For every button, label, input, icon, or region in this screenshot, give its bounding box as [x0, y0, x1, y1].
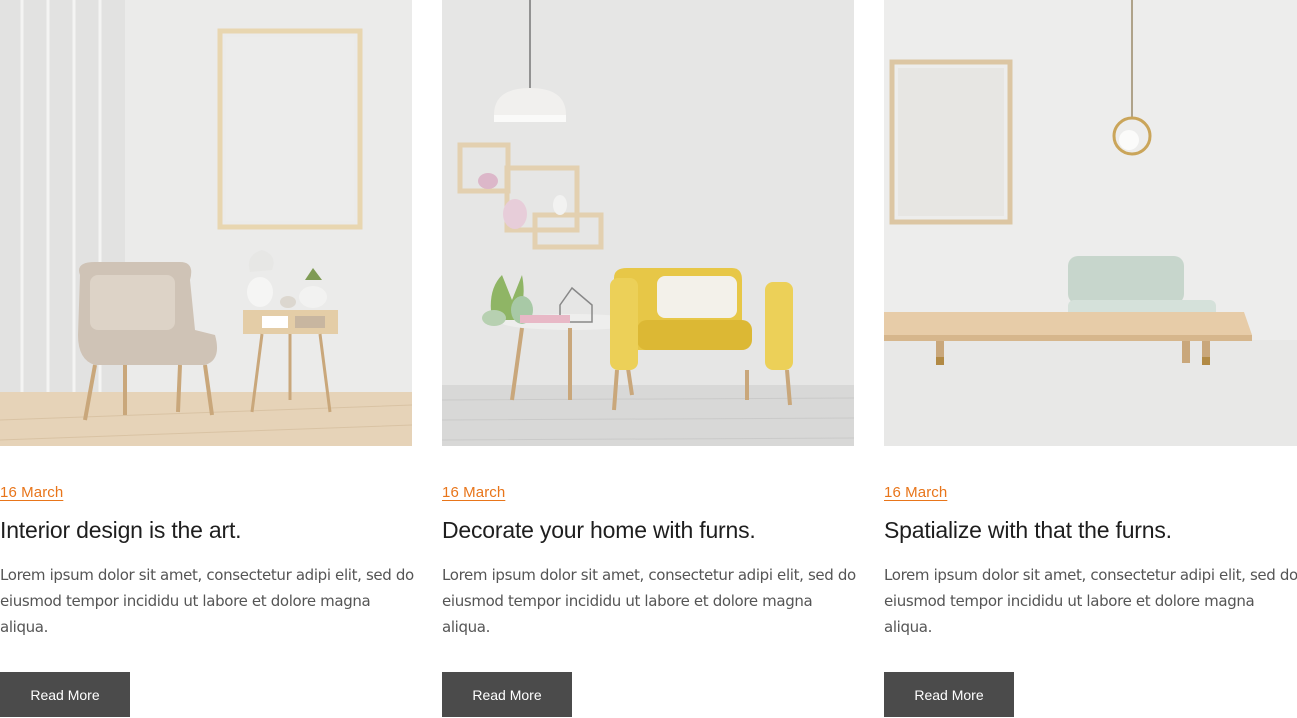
- blog-card: 16 March Spatialize with that the furns.…: [884, 0, 1297, 717]
- post-image: [442, 0, 854, 446]
- post-excerpt: Lorem ipsum dolor sit amet, consectetur …: [442, 566, 856, 636]
- post-image-link[interactable]: [0, 0, 412, 446]
- read-more-button[interactable]: Read More: [0, 672, 130, 717]
- post-excerpt: Lorem ipsum dolor sit amet, consectetur …: [0, 566, 414, 636]
- post-title[interactable]: Spatialize with that the furns.: [884, 517, 1297, 544]
- post-date-link[interactable]: 16 March: [442, 484, 505, 501]
- blog-card: 16 March Decorate your home with furns. …: [442, 0, 856, 717]
- post-date-link[interactable]: 16 March: [0, 484, 63, 501]
- post-excerpt: Lorem ipsum dolor sit amet, consectetur …: [884, 566, 1297, 636]
- read-more-button[interactable]: Read More: [442, 672, 572, 717]
- post-image-link[interactable]: [442, 0, 854, 446]
- post-title[interactable]: Interior design is the art.: [0, 517, 420, 544]
- post-title[interactable]: Decorate your home with furns.: [442, 517, 862, 544]
- blog-card: 16 March Interior design is the art. Lor…: [0, 0, 414, 717]
- read-more-button[interactable]: Read More: [884, 672, 1014, 717]
- post-date-link[interactable]: 16 March: [884, 484, 947, 501]
- post-image: [0, 0, 412, 446]
- post-image-link[interactable]: [884, 0, 1297, 446]
- post-image: [884, 0, 1297, 446]
